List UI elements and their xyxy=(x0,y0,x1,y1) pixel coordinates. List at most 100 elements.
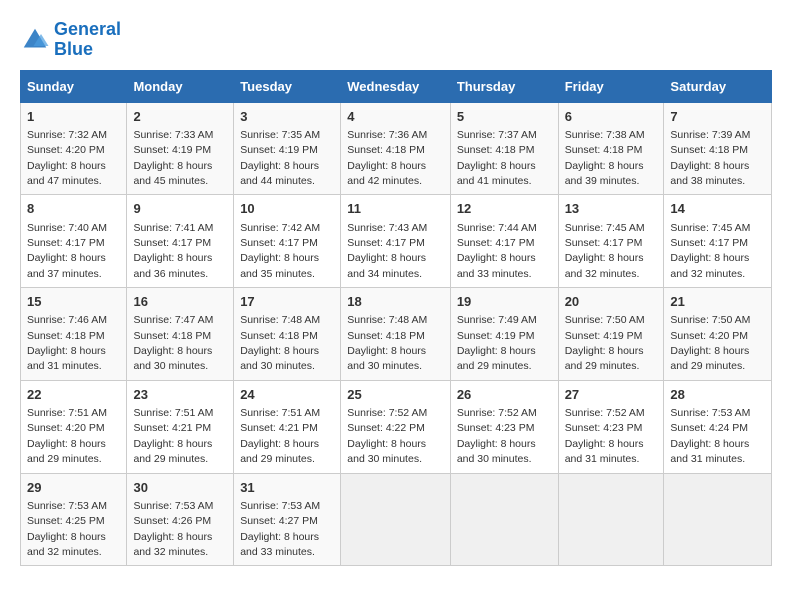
calendar-cell xyxy=(450,473,558,566)
day-info: Sunrise: 7:41 AMSunset: 4:17 PMDaylight:… xyxy=(133,222,213,280)
calendar-cell: 12 Sunrise: 7:44 AMSunset: 4:17 PMDaylig… xyxy=(450,195,558,288)
calendar-cell xyxy=(558,473,664,566)
day-info: Sunrise: 7:45 AMSunset: 4:17 PMDaylight:… xyxy=(565,222,645,280)
day-info: Sunrise: 7:38 AMSunset: 4:18 PMDaylight:… xyxy=(565,129,645,187)
week-row-2: 8 Sunrise: 7:40 AMSunset: 4:17 PMDayligh… xyxy=(21,195,772,288)
day-info: Sunrise: 7:48 AMSunset: 4:18 PMDaylight:… xyxy=(347,314,427,372)
day-info: Sunrise: 7:48 AMSunset: 4:18 PMDaylight:… xyxy=(240,314,320,372)
day-number: 31 xyxy=(240,479,334,497)
header-row: SundayMondayTuesdayWednesdayThursdayFrid… xyxy=(21,70,772,102)
calendar-cell: 17 Sunrise: 7:48 AMSunset: 4:18 PMDaylig… xyxy=(234,288,341,381)
calendar-cell: 26 Sunrise: 7:52 AMSunset: 4:23 PMDaylig… xyxy=(450,380,558,473)
calendar-cell: 7 Sunrise: 7:39 AMSunset: 4:18 PMDayligh… xyxy=(664,102,772,195)
day-number: 23 xyxy=(133,386,227,404)
day-info: Sunrise: 7:50 AMSunset: 4:20 PMDaylight:… xyxy=(670,314,750,372)
day-info: Sunrise: 7:47 AMSunset: 4:18 PMDaylight:… xyxy=(133,314,213,372)
calendar-cell: 24 Sunrise: 7:51 AMSunset: 4:21 PMDaylig… xyxy=(234,380,341,473)
calendar-cell xyxy=(341,473,451,566)
calendar-cell: 4 Sunrise: 7:36 AMSunset: 4:18 PMDayligh… xyxy=(341,102,451,195)
day-info: Sunrise: 7:32 AMSunset: 4:20 PMDaylight:… xyxy=(27,129,107,187)
day-info: Sunrise: 7:52 AMSunset: 4:23 PMDaylight:… xyxy=(565,407,645,465)
calendar-cell: 31 Sunrise: 7:53 AMSunset: 4:27 PMDaylig… xyxy=(234,473,341,566)
header-day-wednesday: Wednesday xyxy=(341,70,451,102)
day-info: Sunrise: 7:35 AMSunset: 4:19 PMDaylight:… xyxy=(240,129,320,187)
calendar-cell: 22 Sunrise: 7:51 AMSunset: 4:20 PMDaylig… xyxy=(21,380,127,473)
header-day-saturday: Saturday xyxy=(664,70,772,102)
day-number: 12 xyxy=(457,200,552,218)
day-number: 11 xyxy=(347,200,444,218)
calendar-cell: 27 Sunrise: 7:52 AMSunset: 4:23 PMDaylig… xyxy=(558,380,664,473)
calendar-cell: 18 Sunrise: 7:48 AMSunset: 4:18 PMDaylig… xyxy=(341,288,451,381)
header-day-friday: Friday xyxy=(558,70,664,102)
day-info: Sunrise: 7:45 AMSunset: 4:17 PMDaylight:… xyxy=(670,222,750,280)
day-number: 26 xyxy=(457,386,552,404)
day-number: 28 xyxy=(670,386,765,404)
day-info: Sunrise: 7:51 AMSunset: 4:21 PMDaylight:… xyxy=(133,407,213,465)
week-row-1: 1 Sunrise: 7:32 AMSunset: 4:20 PMDayligh… xyxy=(21,102,772,195)
week-row-4: 22 Sunrise: 7:51 AMSunset: 4:20 PMDaylig… xyxy=(21,380,772,473)
calendar-cell: 28 Sunrise: 7:53 AMSunset: 4:24 PMDaylig… xyxy=(664,380,772,473)
day-number: 1 xyxy=(27,108,120,126)
day-info: Sunrise: 7:43 AMSunset: 4:17 PMDaylight:… xyxy=(347,222,427,280)
day-number: 10 xyxy=(240,200,334,218)
day-number: 3 xyxy=(240,108,334,126)
calendar-cell: 13 Sunrise: 7:45 AMSunset: 4:17 PMDaylig… xyxy=(558,195,664,288)
header-day-monday: Monday xyxy=(127,70,234,102)
day-info: Sunrise: 7:39 AMSunset: 4:18 PMDaylight:… xyxy=(670,129,750,187)
calendar-cell: 1 Sunrise: 7:32 AMSunset: 4:20 PMDayligh… xyxy=(21,102,127,195)
calendar-cell: 23 Sunrise: 7:51 AMSunset: 4:21 PMDaylig… xyxy=(127,380,234,473)
day-number: 4 xyxy=(347,108,444,126)
calendar-cell: 9 Sunrise: 7:41 AMSunset: 4:17 PMDayligh… xyxy=(127,195,234,288)
calendar-cell: 3 Sunrise: 7:35 AMSunset: 4:19 PMDayligh… xyxy=(234,102,341,195)
week-row-3: 15 Sunrise: 7:46 AMSunset: 4:18 PMDaylig… xyxy=(21,288,772,381)
header-day-sunday: Sunday xyxy=(21,70,127,102)
calendar-cell: 6 Sunrise: 7:38 AMSunset: 4:18 PMDayligh… xyxy=(558,102,664,195)
day-number: 18 xyxy=(347,293,444,311)
day-info: Sunrise: 7:53 AMSunset: 4:26 PMDaylight:… xyxy=(133,500,213,558)
calendar-cell: 8 Sunrise: 7:40 AMSunset: 4:17 PMDayligh… xyxy=(21,195,127,288)
calendar-cell: 30 Sunrise: 7:53 AMSunset: 4:26 PMDaylig… xyxy=(127,473,234,566)
calendar-cell: 5 Sunrise: 7:37 AMSunset: 4:18 PMDayligh… xyxy=(450,102,558,195)
day-info: Sunrise: 7:33 AMSunset: 4:19 PMDaylight:… xyxy=(133,129,213,187)
logo-text: General Blue xyxy=(54,20,121,60)
day-info: Sunrise: 7:42 AMSunset: 4:17 PMDaylight:… xyxy=(240,222,320,280)
day-number: 13 xyxy=(565,200,658,218)
day-number: 25 xyxy=(347,386,444,404)
calendar-cell: 10 Sunrise: 7:42 AMSunset: 4:17 PMDaylig… xyxy=(234,195,341,288)
day-number: 14 xyxy=(670,200,765,218)
day-info: Sunrise: 7:51 AMSunset: 4:21 PMDaylight:… xyxy=(240,407,320,465)
calendar-cell: 16 Sunrise: 7:47 AMSunset: 4:18 PMDaylig… xyxy=(127,288,234,381)
calendar-table: SundayMondayTuesdayWednesdayThursdayFrid… xyxy=(20,70,772,567)
calendar-cell: 29 Sunrise: 7:53 AMSunset: 4:25 PMDaylig… xyxy=(21,473,127,566)
day-number: 20 xyxy=(565,293,658,311)
calendar-cell: 21 Sunrise: 7:50 AMSunset: 4:20 PMDaylig… xyxy=(664,288,772,381)
calendar-cell: 20 Sunrise: 7:50 AMSunset: 4:19 PMDaylig… xyxy=(558,288,664,381)
day-number: 9 xyxy=(133,200,227,218)
calendar-cell: 19 Sunrise: 7:49 AMSunset: 4:19 PMDaylig… xyxy=(450,288,558,381)
logo-icon xyxy=(20,25,50,55)
day-number: 29 xyxy=(27,479,120,497)
header-day-tuesday: Tuesday xyxy=(234,70,341,102)
calendar-cell: 25 Sunrise: 7:52 AMSunset: 4:22 PMDaylig… xyxy=(341,380,451,473)
header-day-thursday: Thursday xyxy=(450,70,558,102)
day-number: 21 xyxy=(670,293,765,311)
day-number: 27 xyxy=(565,386,658,404)
day-info: Sunrise: 7:40 AMSunset: 4:17 PMDaylight:… xyxy=(27,222,107,280)
calendar-cell: 15 Sunrise: 7:46 AMSunset: 4:18 PMDaylig… xyxy=(21,288,127,381)
day-info: Sunrise: 7:46 AMSunset: 4:18 PMDaylight:… xyxy=(27,314,107,372)
calendar-cell xyxy=(664,473,772,566)
day-number: 17 xyxy=(240,293,334,311)
day-number: 22 xyxy=(27,386,120,404)
week-row-5: 29 Sunrise: 7:53 AMSunset: 4:25 PMDaylig… xyxy=(21,473,772,566)
day-info: Sunrise: 7:53 AMSunset: 4:24 PMDaylight:… xyxy=(670,407,750,465)
page-header: General Blue xyxy=(20,20,772,60)
day-info: Sunrise: 7:53 AMSunset: 4:25 PMDaylight:… xyxy=(27,500,107,558)
day-number: 24 xyxy=(240,386,334,404)
day-info: Sunrise: 7:53 AMSunset: 4:27 PMDaylight:… xyxy=(240,500,320,558)
day-number: 8 xyxy=(27,200,120,218)
day-info: Sunrise: 7:51 AMSunset: 4:20 PMDaylight:… xyxy=(27,407,107,465)
day-number: 2 xyxy=(133,108,227,126)
day-info: Sunrise: 7:50 AMSunset: 4:19 PMDaylight:… xyxy=(565,314,645,372)
day-number: 19 xyxy=(457,293,552,311)
calendar-cell: 14 Sunrise: 7:45 AMSunset: 4:17 PMDaylig… xyxy=(664,195,772,288)
